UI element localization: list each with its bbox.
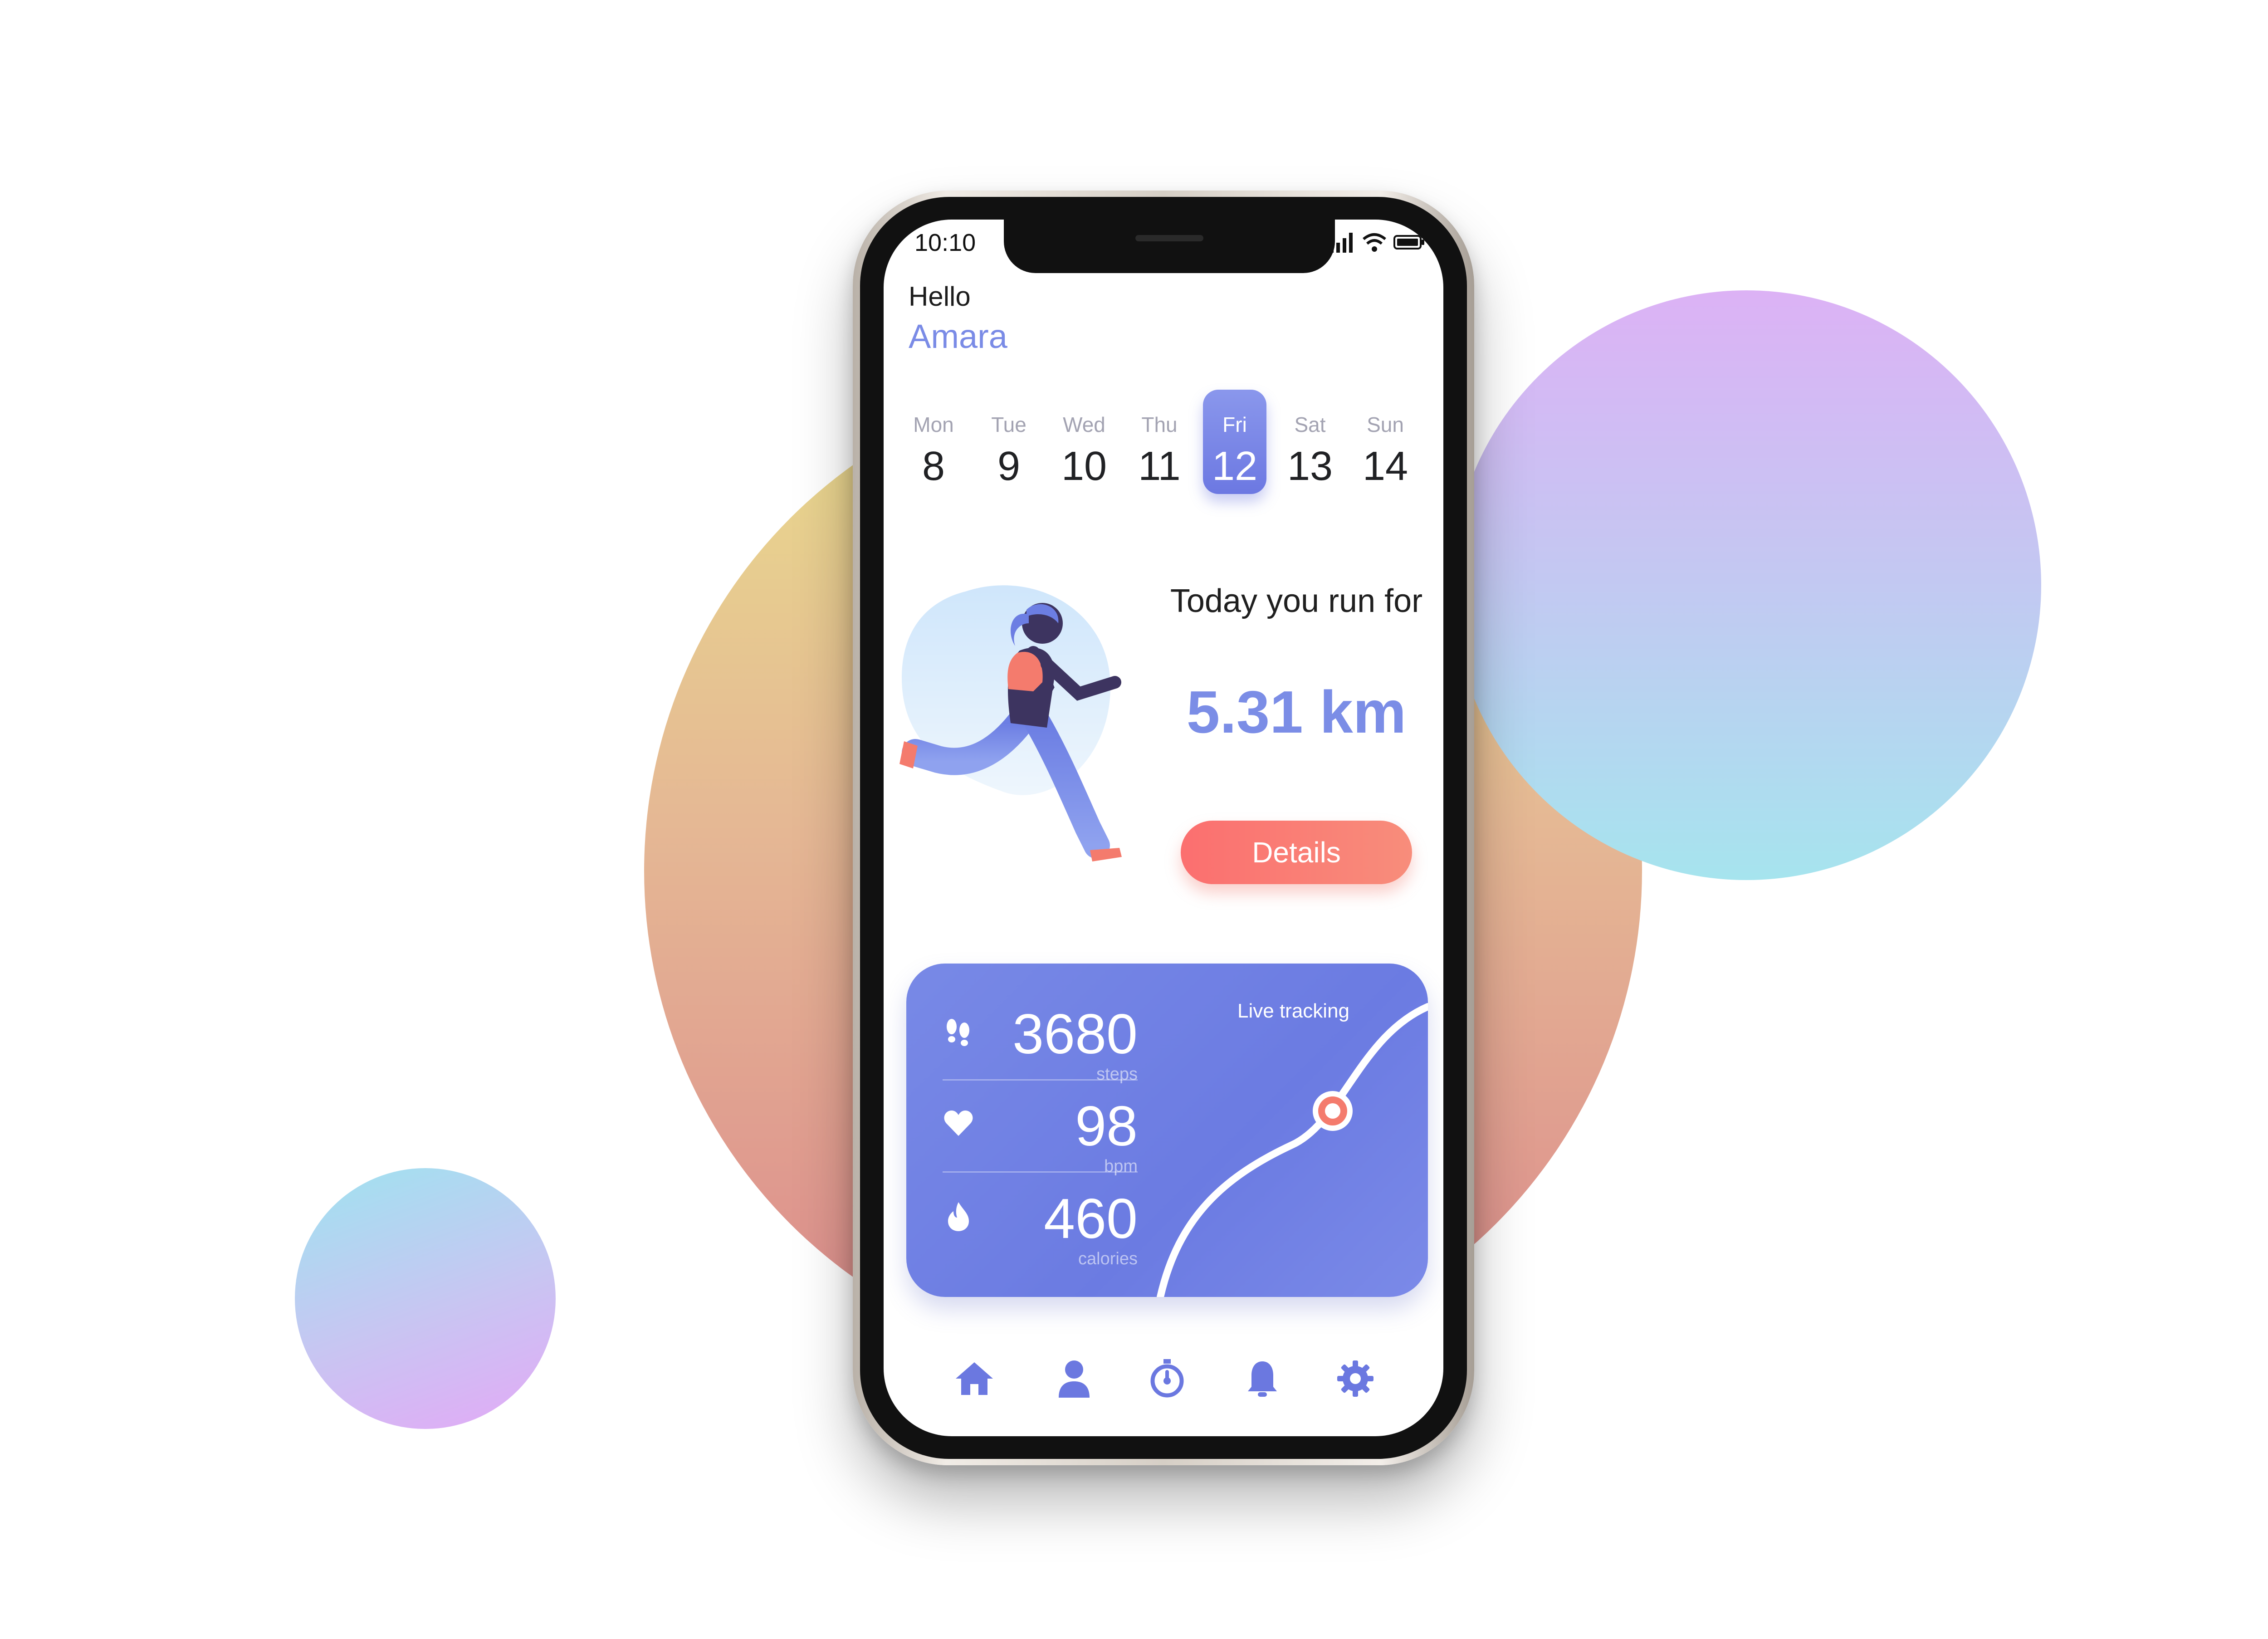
home-icon	[956, 1362, 993, 1395]
day-sat[interactable]: Sat 13	[1278, 390, 1342, 494]
day-label: Sun	[1367, 413, 1404, 436]
wifi-icon	[1363, 233, 1386, 252]
phone-bezel: 10:10 Hello Amara Mon 8 Tue 9 Wed 10 Thu…	[860, 197, 1467, 1459]
stats-card[interactable]: Live tracking 3680 steps 98 bpm 460 calo…	[906, 964, 1428, 1297]
bottom-navigation	[884, 1340, 1443, 1413]
app-screen: 10:10 Hello Amara Mon 8 Tue 9 Wed 10 Thu…	[884, 220, 1443, 1436]
steps-stat: 3680 steps	[943, 988, 1138, 1084]
runner-illustration	[897, 573, 1169, 882]
day-mon[interactable]: Mon 8	[902, 390, 965, 494]
nav-profile[interactable]	[1049, 1354, 1099, 1404]
profile-icon	[1059, 1360, 1090, 1398]
details-button[interactable]: Details	[1181, 821, 1412, 884]
status-icons	[1328, 229, 1425, 256]
day-number: 10	[1061, 444, 1107, 489]
calories-stat: 460 calories	[943, 1173, 1138, 1268]
nav-timer[interactable]	[1142, 1354, 1192, 1404]
live-tracking-label: Live tracking	[1237, 1000, 1350, 1022]
day-number: 14	[1362, 444, 1408, 489]
day-fri-selected[interactable]: Fri 12	[1203, 390, 1266, 494]
gear-icon	[1337, 1360, 1374, 1397]
week-selector: Mon 8 Tue 9 Wed 10 Thu 11 Fri 12 Sat 13 …	[902, 390, 1423, 499]
day-label: Tue	[991, 413, 1026, 436]
heart-rate-stat: 98 bpm	[943, 1081, 1138, 1176]
day-wed[interactable]: Wed 10	[1052, 390, 1116, 494]
nav-home[interactable]	[949, 1354, 999, 1404]
day-label: Thu	[1141, 413, 1178, 436]
divider	[943, 1171, 1138, 1173]
day-label: Mon	[913, 413, 954, 436]
phone-frame: 10:10 Hello Amara Mon 8 Tue 9 Wed 10 Thu…	[853, 191, 1474, 1465]
greeting-hello: Hello	[909, 281, 971, 312]
day-number: 13	[1287, 444, 1333, 489]
day-sun[interactable]: Sun 14	[1354, 390, 1417, 494]
status-time: 10:10	[914, 229, 976, 256]
nav-settings[interactable]	[1330, 1354, 1380, 1404]
day-label: Fri	[1222, 413, 1247, 436]
calories-value: 460	[1044, 1188, 1138, 1250]
calories-unit: calories	[1078, 1249, 1138, 1268]
day-number: 11	[1138, 444, 1181, 489]
heart-rate-value: 98	[1075, 1095, 1138, 1158]
background-circle-small	[295, 1168, 556, 1429]
footsteps-icon	[947, 1019, 969, 1046]
speaker	[1135, 235, 1203, 241]
day-number: 8	[922, 444, 945, 489]
stopwatch-icon	[1150, 1359, 1184, 1398]
camera-notch	[1004, 220, 1335, 273]
bell-icon	[1248, 1361, 1277, 1397]
nav-notifications[interactable]	[1237, 1354, 1287, 1404]
user-name: Amara	[909, 318, 1007, 355]
heart-icon	[944, 1111, 973, 1136]
day-tue[interactable]: Tue 9	[977, 390, 1041, 494]
signal-icon	[1330, 233, 1353, 253]
run-caption: Today you run for	[1170, 583, 1423, 619]
day-label: Sat	[1294, 413, 1326, 436]
steps-value: 3680	[1012, 1003, 1138, 1066]
flame-icon	[948, 1202, 969, 1231]
battery-icon	[1393, 235, 1424, 250]
day-number: 9	[997, 444, 1021, 489]
day-number: 12	[1212, 444, 1258, 489]
background-circle-right	[1452, 290, 2041, 880]
run-distance: 5.31 km	[1186, 679, 1407, 745]
day-label: Wed	[1063, 413, 1105, 436]
day-thu[interactable]: Thu 11	[1128, 390, 1191, 494]
